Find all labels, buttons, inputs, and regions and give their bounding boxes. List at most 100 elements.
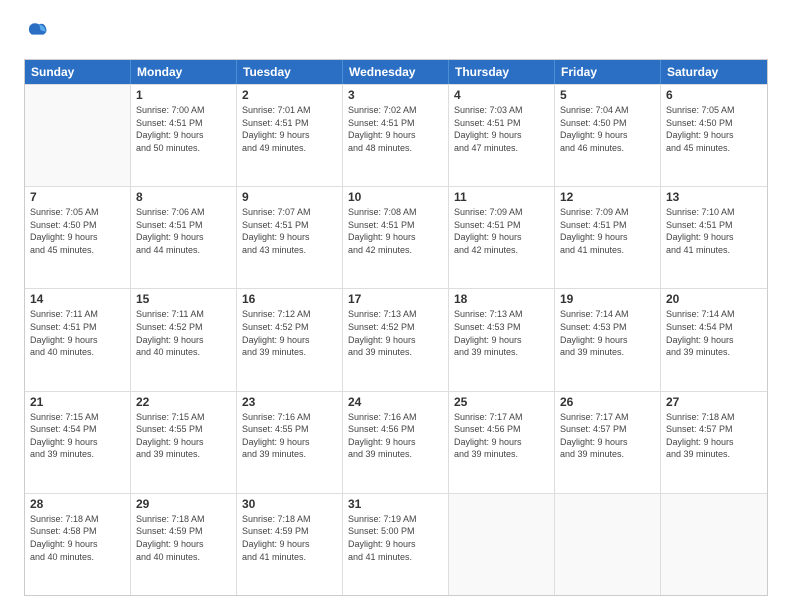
day-info: Sunrise: 7:11 AM Sunset: 4:52 PM Dayligh… <box>136 308 231 358</box>
calendar-day-22: 22 Sunrise: 7:15 AM Sunset: 4:55 PM Dayli… <box>131 392 237 493</box>
day-info: Sunrise: 7:16 AM Sunset: 4:56 PM Dayligh… <box>348 411 443 461</box>
day-number: 14 <box>30 292 125 306</box>
calendar-day-20: 20 Sunrise: 7:14 AM Sunset: 4:54 PM Dayli… <box>661 289 767 390</box>
calendar-day-1: 1Sunrise: 7:00 AM Sunset: 4:51 PM Daylig… <box>131 85 237 186</box>
calendar-day-23: 23Sunrise: 7:16 AM Sunset: 4:55 PM Dayli… <box>237 392 343 493</box>
day-info: Sunrise: 7:01 AM Sunset: 4:51 PM Dayligh… <box>242 104 337 154</box>
calendar-day-11: 11Sunrise: 7:09 AM Sunset: 4:51 PM Dayli… <box>449 187 555 288</box>
calendar-day-27: 27 Sunrise: 7:18 AM Sunset: 4:57 PM Dayli… <box>661 392 767 493</box>
day-number: 4 <box>454 88 549 102</box>
day-number: 28 <box>30 497 125 511</box>
day-info: Sunrise: 7:00 AM Sunset: 4:51 PM Dayligh… <box>136 104 231 154</box>
day-number: 8 <box>136 190 231 204</box>
calendar-day-29: 29Sunrise: 7:18 AM Sunset: 4:59 PM Dayli… <box>131 494 237 595</box>
calendar-day-2: 2 Sunrise: 7:01 AM Sunset: 4:51 PM Daylig… <box>237 85 343 186</box>
calendar-empty-cell <box>661 494 767 595</box>
day-info: Sunrise: 7:09 AM Sunset: 4:51 PM Dayligh… <box>560 206 655 256</box>
day-info: Sunrise: 7:15 AM Sunset: 4:55 PM Dayligh… <box>136 411 231 461</box>
calendar-header-tuesday: Tuesday <box>237 60 343 84</box>
calendar-day-12: 12 Sunrise: 7:09 AM Sunset: 4:51 PM Dayli… <box>555 187 661 288</box>
calendar-day-28: 28 Sunrise: 7:18 AM Sunset: 4:58 PM Dayli… <box>25 494 131 595</box>
logo-icon <box>26 20 48 42</box>
day-info: Sunrise: 7:10 AM Sunset: 4:51 PM Dayligh… <box>666 206 762 256</box>
calendar-header-friday: Friday <box>555 60 661 84</box>
day-info: Sunrise: 7:03 AM Sunset: 4:51 PM Dayligh… <box>454 104 549 154</box>
day-info: Sunrise: 7:18 AM Sunset: 4:57 PM Dayligh… <box>666 411 762 461</box>
calendar-day-17: 17 Sunrise: 7:13 AM Sunset: 4:52 PM Dayli… <box>343 289 449 390</box>
day-number: 10 <box>348 190 443 204</box>
day-info: Sunrise: 7:15 AM Sunset: 4:54 PM Dayligh… <box>30 411 125 461</box>
day-info: Sunrise: 7:05 AM Sunset: 4:50 PM Dayligh… <box>30 206 125 256</box>
day-number: 7 <box>30 190 125 204</box>
day-info: Sunrise: 7:14 AM Sunset: 4:53 PM Dayligh… <box>560 308 655 358</box>
day-number: 23 <box>242 395 337 409</box>
calendar-header-wednesday: Wednesday <box>343 60 449 84</box>
calendar-empty-cell <box>25 85 131 186</box>
day-number: 24 <box>348 395 443 409</box>
day-number: 25 <box>454 395 549 409</box>
day-number: 30 <box>242 497 337 511</box>
day-number: 17 <box>348 292 443 306</box>
day-number: 20 <box>666 292 762 306</box>
day-number: 13 <box>666 190 762 204</box>
day-info: Sunrise: 7:13 AM Sunset: 4:52 PM Dayligh… <box>348 308 443 358</box>
day-number: 29 <box>136 497 231 511</box>
day-number: 2 <box>242 88 337 102</box>
day-number: 5 <box>560 88 655 102</box>
day-number: 18 <box>454 292 549 306</box>
calendar-day-5: 5 Sunrise: 7:04 AM Sunset: 4:50 PM Daylig… <box>555 85 661 186</box>
calendar-day-18: 18Sunrise: 7:13 AM Sunset: 4:53 PM Dayli… <box>449 289 555 390</box>
calendar-header-sunday: Sunday <box>25 60 131 84</box>
day-info: Sunrise: 7:17 AM Sunset: 4:57 PM Dayligh… <box>560 411 655 461</box>
calendar-day-13: 13 Sunrise: 7:10 AM Sunset: 4:51 PM Dayli… <box>661 187 767 288</box>
day-number: 22 <box>136 395 231 409</box>
calendar: SundayMondayTuesdayWednesdayThursdayFrid… <box>24 59 768 596</box>
calendar-day-6: 6 Sunrise: 7:05 AM Sunset: 4:50 PM Daylig… <box>661 85 767 186</box>
calendar-week-5: 28 Sunrise: 7:18 AM Sunset: 4:58 PM Dayli… <box>25 493 767 595</box>
calendar-day-19: 19 Sunrise: 7:14 AM Sunset: 4:53 PM Dayli… <box>555 289 661 390</box>
calendar-day-9: 9Sunrise: 7:07 AM Sunset: 4:51 PM Daylig… <box>237 187 343 288</box>
day-number: 11 <box>454 190 549 204</box>
day-number: 3 <box>348 88 443 102</box>
calendar-day-15: 15 Sunrise: 7:11 AM Sunset: 4:52 PM Dayli… <box>131 289 237 390</box>
day-info: Sunrise: 7:18 AM Sunset: 4:58 PM Dayligh… <box>30 513 125 563</box>
day-number: 12 <box>560 190 655 204</box>
calendar-day-24: 24 Sunrise: 7:16 AM Sunset: 4:56 PM Dayli… <box>343 392 449 493</box>
calendar-day-26: 26 Sunrise: 7:17 AM Sunset: 4:57 PM Dayli… <box>555 392 661 493</box>
day-number: 27 <box>666 395 762 409</box>
day-info: Sunrise: 7:12 AM Sunset: 4:52 PM Dayligh… <box>242 308 337 358</box>
logo <box>24 20 50 47</box>
calendar-day-7: 7 Sunrise: 7:05 AM Sunset: 4:50 PM Daylig… <box>25 187 131 288</box>
day-info: Sunrise: 7:11 AM Sunset: 4:51 PM Dayligh… <box>30 308 125 358</box>
calendar-header-thursday: Thursday <box>449 60 555 84</box>
calendar-day-8: 8Sunrise: 7:06 AM Sunset: 4:51 PM Daylig… <box>131 187 237 288</box>
calendar-day-25: 25 Sunrise: 7:17 AM Sunset: 4:56 PM Dayli… <box>449 392 555 493</box>
day-number: 19 <box>560 292 655 306</box>
day-number: 16 <box>242 292 337 306</box>
day-info: Sunrise: 7:05 AM Sunset: 4:50 PM Dayligh… <box>666 104 762 154</box>
day-info: Sunrise: 7:07 AM Sunset: 4:51 PM Dayligh… <box>242 206 337 256</box>
calendar-day-16: 16 Sunrise: 7:12 AM Sunset: 4:52 PM Dayli… <box>237 289 343 390</box>
day-number: 26 <box>560 395 655 409</box>
calendar-day-30: 30Sunrise: 7:18 AM Sunset: 4:59 PM Dayli… <box>237 494 343 595</box>
day-info: Sunrise: 7:14 AM Sunset: 4:54 PM Dayligh… <box>666 308 762 358</box>
calendar-day-3: 3 Sunrise: 7:02 AM Sunset: 4:51 PM Daylig… <box>343 85 449 186</box>
day-info: Sunrise: 7:19 AM Sunset: 5:00 PM Dayligh… <box>348 513 443 563</box>
day-number: 21 <box>30 395 125 409</box>
day-number: 15 <box>136 292 231 306</box>
day-info: Sunrise: 7:08 AM Sunset: 4:51 PM Dayligh… <box>348 206 443 256</box>
calendar-week-1: 1Sunrise: 7:00 AM Sunset: 4:51 PM Daylig… <box>25 84 767 186</box>
day-info: Sunrise: 7:04 AM Sunset: 4:50 PM Dayligh… <box>560 104 655 154</box>
day-number: 31 <box>348 497 443 511</box>
calendar-day-10: 10 Sunrise: 7:08 AM Sunset: 4:51 PM Dayli… <box>343 187 449 288</box>
calendar-empty-cell <box>555 494 661 595</box>
calendar-day-21: 21 Sunrise: 7:15 AM Sunset: 4:54 PM Dayli… <box>25 392 131 493</box>
calendar-header-monday: Monday <box>131 60 237 84</box>
calendar-week-4: 21 Sunrise: 7:15 AM Sunset: 4:54 PM Dayli… <box>25 391 767 493</box>
calendar-header-row: SundayMondayTuesdayWednesdayThursdayFrid… <box>25 60 767 84</box>
day-info: Sunrise: 7:17 AM Sunset: 4:56 PM Dayligh… <box>454 411 549 461</box>
day-number: 6 <box>666 88 762 102</box>
calendar-body: 1Sunrise: 7:00 AM Sunset: 4:51 PM Daylig… <box>25 84 767 595</box>
day-info: Sunrise: 7:02 AM Sunset: 4:51 PM Dayligh… <box>348 104 443 154</box>
calendar-day-14: 14 Sunrise: 7:11 AM Sunset: 4:51 PM Dayli… <box>25 289 131 390</box>
